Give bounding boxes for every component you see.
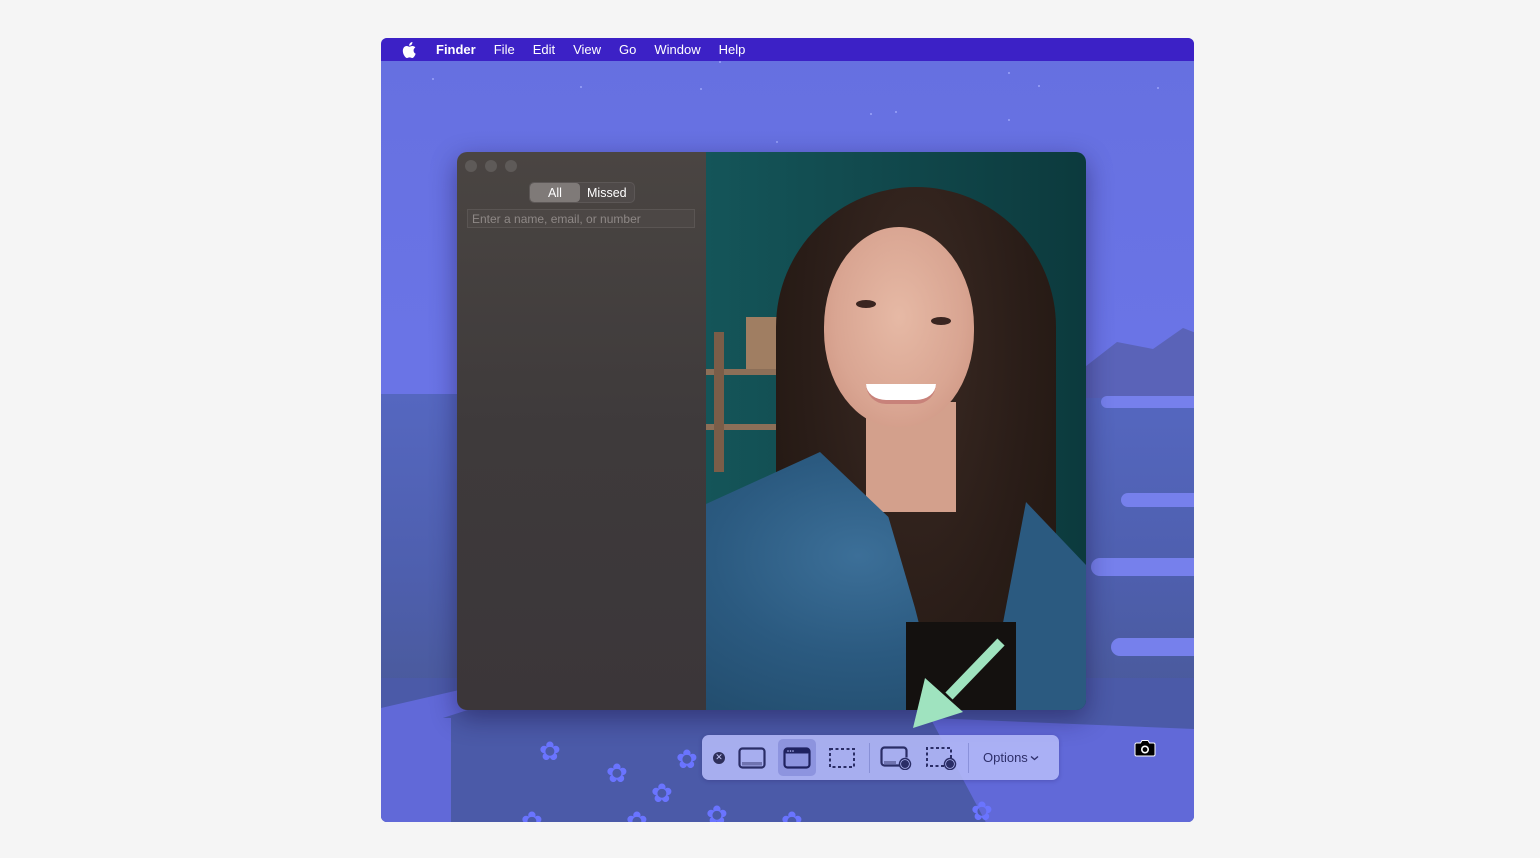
menu-help[interactable]: Help: [719, 42, 746, 57]
facetime-sidebar: All Missed Enter a name, email, or numbe…: [457, 152, 706, 710]
dashed-rect-icon: [829, 747, 855, 768]
tab-missed[interactable]: Missed: [580, 183, 634, 202]
apple-logo-icon[interactable]: [401, 41, 417, 58]
desktop-screen: ✿ ✿ ✿ ✿ ✿ ✿ ✿ ✿ ✿ Finder File Edit View …: [381, 38, 1194, 822]
annotation-arrow-icon: [913, 638, 1005, 728]
menu-go[interactable]: Go: [619, 42, 636, 57]
menu-view[interactable]: View: [573, 42, 601, 57]
window-controls: [465, 160, 517, 172]
contact-search-input[interactable]: Enter a name, email, or number: [467, 209, 695, 228]
zoom-window-button[interactable]: [505, 160, 517, 172]
toolbar-divider: [869, 742, 870, 773]
camera-video-preview: [706, 152, 1086, 710]
screen-record-icon: [880, 745, 912, 770]
options-label: Options: [983, 750, 1028, 765]
camera-icon[interactable]: [1134, 739, 1156, 757]
record-entire-screen-button[interactable]: [877, 739, 915, 776]
menu-file[interactable]: File: [494, 42, 515, 57]
screen-icon: [738, 746, 766, 769]
facetime-window[interactable]: All Missed Enter a name, email, or numbe…: [457, 152, 1086, 710]
toolbar-divider: [968, 742, 969, 773]
capture-selected-window-button[interactable]: [778, 739, 816, 776]
capture-entire-screen-button[interactable]: [733, 739, 771, 776]
minimize-window-button[interactable]: [485, 160, 497, 172]
close-circle-icon[interactable]: ✕: [713, 751, 725, 764]
menu-window[interactable]: Window: [654, 42, 700, 57]
menu-edit[interactable]: Edit: [533, 42, 555, 57]
close-window-button[interactable]: [465, 160, 477, 172]
chevron-down-icon: [1030, 755, 1039, 760]
tab-all[interactable]: All: [530, 183, 580, 202]
menu-finder[interactable]: Finder: [436, 42, 476, 57]
window-icon: [783, 746, 811, 769]
options-menu-button[interactable]: Options: [976, 750, 1039, 765]
record-selected-portion-button[interactable]: [922, 739, 960, 776]
capture-selected-portion-button[interactable]: [823, 739, 861, 776]
menu-bar: Finder File Edit View Go Window Help: [381, 38, 1194, 61]
screenshot-toolbar: ✕ Options: [702, 735, 1059, 780]
call-filter-segmented-control: All Missed: [529, 182, 635, 203]
dashed-record-icon: [926, 746, 957, 770]
